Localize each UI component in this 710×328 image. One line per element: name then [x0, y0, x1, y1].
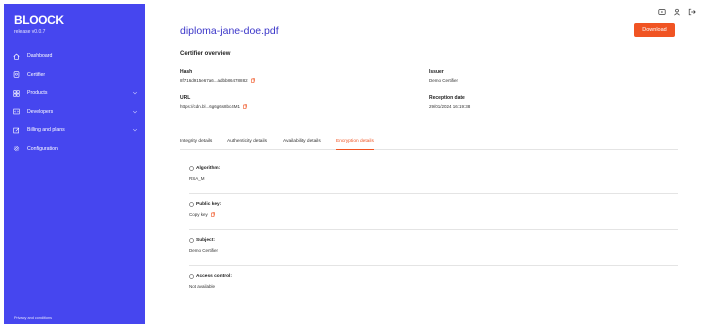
sidebar-item-certifier[interactable]: Certifier — [4, 66, 145, 85]
info-icon — [189, 166, 194, 171]
billing-icon — [13, 127, 20, 134]
public-key-section: Public key: Copy key — [189, 202, 678, 217]
version-label: release v0.0.7 — [14, 29, 46, 35]
access-control-section: Access control: Not available — [189, 274, 678, 289]
subject-value: Demo Certifier — [189, 248, 219, 253]
sidebar-item-billing[interactable]: Billing and plans — [4, 121, 145, 140]
sidebar: BLOOCK release v0.0.7 Dashboard Certifie… — [4, 4, 145, 324]
copy-icon[interactable] — [250, 78, 255, 83]
url-label: URL — [180, 95, 191, 101]
tab-authenticity[interactable]: Authenticity details — [227, 139, 267, 149]
overview-title: Certifier overview — [180, 51, 231, 57]
sidebar-item-developers[interactable]: Developers — [4, 103, 145, 122]
products-icon — [13, 90, 20, 97]
tab-integrity[interactable]: Integrity details — [180, 139, 212, 149]
code-icon — [13, 108, 20, 115]
public-key-label: Public key: — [196, 202, 222, 207]
algorithm-label: Algorithm: — [196, 166, 221, 171]
sidebar-nav: Dashboard Certifier Products Developers — [4, 47, 145, 158]
sidebar-item-label: Billing and plans — [27, 127, 65, 134]
info-icon — [189, 202, 194, 207]
chevron-down-icon[interactable] — [132, 90, 138, 96]
copy-icon[interactable] — [243, 104, 247, 109]
tab-encryption[interactable]: Encryption details — [336, 139, 374, 150]
info-icon — [189, 274, 194, 279]
sidebar-item-label: Certifier — [27, 71, 46, 78]
reception-date-value: 29/01/2024 16:19:38 — [429, 104, 471, 109]
horizontal-scrollbar[interactable] — [183, 322, 703, 325]
sidebar-item-label: Configuration — [27, 145, 58, 152]
main-content: diploma-jane-doe.pdf Download Certifier … — [145, 0, 710, 328]
chevron-down-icon[interactable] — [132, 127, 138, 133]
divider — [189, 229, 678, 230]
url-value[interactable]: https://cdn.bl...6g6g6s8bc4M1 — [180, 104, 240, 109]
divider — [189, 193, 678, 194]
logout-icon[interactable] — [688, 8, 696, 16]
home-icon — [13, 53, 20, 60]
privacy-link[interactable]: Privacy and conditions — [14, 316, 52, 320]
sidebar-item-label: Developers — [27, 108, 54, 115]
hash-label: Hash — [180, 69, 193, 75]
subject-label: Subject: — [196, 238, 215, 243]
details-tabs: Integrity details Authenticity details A… — [180, 137, 678, 150]
download-button[interactable]: Download — [634, 23, 675, 37]
sidebar-item-label: Dashboard — [27, 53, 53, 60]
copy-key-link[interactable]: Copy key — [189, 212, 208, 217]
sidebar-item-configuration[interactable]: Configuration — [4, 140, 145, 159]
sidebar-item-label: Products — [27, 90, 48, 97]
url-field: https://cdn.bl...6g6g6s8bc4M1 — [180, 104, 247, 109]
subject-section: Subject: Demo Certifier — [189, 238, 678, 253]
issuer-value: Demo Certifier — [429, 78, 459, 83]
sidebar-item-dashboard[interactable]: Dashboard — [4, 47, 145, 66]
issuer-label: Issuer — [429, 69, 444, 75]
gear-icon — [13, 145, 20, 152]
hash-field: 8f716d915e67a6...adbb86478882 — [180, 78, 255, 83]
screen-icon[interactable] — [658, 8, 666, 16]
brand-logo[interactable]: BLOOCK — [14, 13, 64, 27]
reception-date-label: Reception date — [429, 95, 465, 101]
divider — [189, 265, 678, 266]
info-icon — [189, 238, 194, 243]
page-title: diploma-jane-doe.pdf — [180, 25, 279, 37]
algorithm-value: RSA_M — [189, 176, 205, 181]
copy-icon[interactable] — [210, 212, 215, 217]
algorithm-section: Algorithm: RSA_M — [189, 166, 678, 181]
user-icon[interactable] — [673, 8, 681, 16]
sidebar-item-products[interactable]: Products — [4, 84, 145, 103]
certificate-icon — [13, 71, 20, 78]
hash-value: 8f716d915e67a6...adbb86478882 — [180, 78, 248, 83]
access-control-label: Access control: — [196, 274, 232, 279]
top-toolbar — [658, 8, 696, 16]
tab-availability[interactable]: Availability details — [283, 139, 321, 149]
access-control-value: Not available — [189, 284, 216, 289]
chevron-down-icon[interactable] — [132, 109, 138, 115]
